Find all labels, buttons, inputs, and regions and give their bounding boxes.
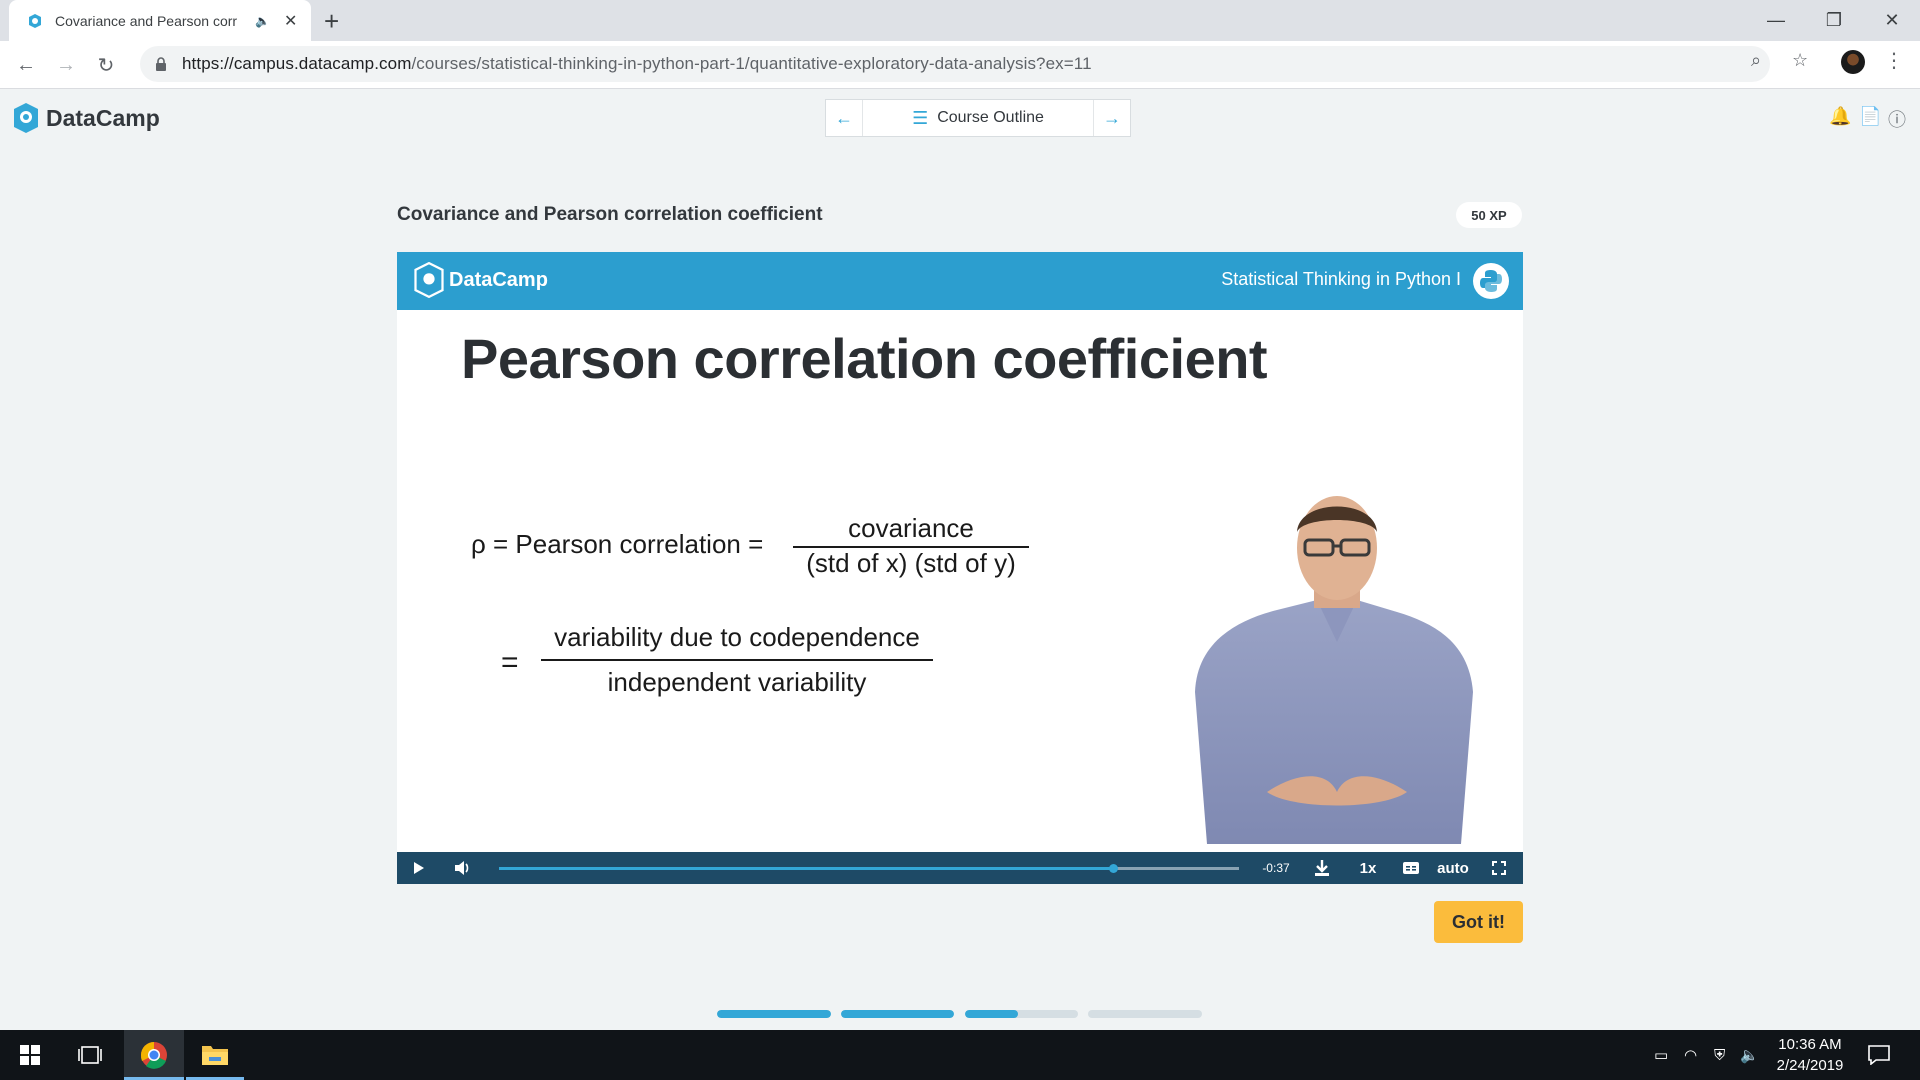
close-window-icon[interactable]: ✕ [1864, 0, 1920, 41]
taskbar-clock[interactable]: 10:36 AM 2/24/2019 [1760, 1034, 1860, 1076]
datacamp-header: DataCamp ← ☰ Course Outline → 🔔 📄 ⓘ [0, 90, 1920, 146]
action-center-icon[interactable] [1868, 1030, 1890, 1080]
presenter-video [1195, 496, 1473, 844]
browser-tabstrip: Covariance and Pearson corr 🔈 ✕ + — ❐ ✕ [0, 0, 1920, 41]
slide-course-name: Statistical Thinking in Python I [1221, 269, 1461, 289]
address-bar[interactable]: https://campus.datacamp.com/courses/stat… [140, 46, 1770, 82]
slide-brand-text: DataCamp [449, 268, 548, 291]
next-exercise-button[interactable]: → [1094, 100, 1130, 136]
zoom-icon[interactable]: ⌕ [1751, 50, 1761, 71]
new-tab-icon[interactable]: + [324, 6, 339, 37]
play-icon [414, 862, 424, 874]
windows-taskbar: ▭ ◠ ⛨ 🔈 10:36 AM 2/24/2019 [0, 1030, 1920, 1080]
volume-icon [455, 861, 469, 875]
browser-menu-icon[interactable]: ⋮ [1884, 48, 1904, 73]
browser-toolbar: ← → ↻ https://campus.datacamp.com/course… [0, 41, 1920, 89]
seek-handle[interactable] [1109, 864, 1119, 873]
clock-time: 10:36 AM [1778, 1036, 1842, 1053]
start-button[interactable] [0, 1030, 60, 1080]
fraction2-numerator: variability due to codependence [554, 622, 920, 652]
speaker-icon[interactable]: 🔈 [1740, 1030, 1759, 1080]
menu-icon: ☰ [912, 107, 929, 128]
progress-segment-fill [965, 1010, 1019, 1018]
fraction2-bar [541, 659, 933, 661]
progress-segment[interactable] [717, 1010, 831, 1018]
slide-title: Pearson correlation coefficient [461, 327, 1268, 390]
profile-avatar[interactable] [1841, 50, 1865, 74]
formula-rho-line: ρ = Pearson correlation = [471, 529, 764, 559]
arrow-left-icon: ← [835, 107, 853, 128]
restore-icon[interactable]: ❐ [1806, 0, 1862, 41]
network-icon[interactable]: ◠ [1684, 1030, 1697, 1080]
fullscreen-button[interactable] [1485, 852, 1513, 884]
download-button[interactable] [1307, 852, 1337, 884]
seek-bar[interactable] [499, 864, 1239, 873]
seek-progress [499, 867, 1114, 870]
course-outline-button[interactable]: ☰ Course Outline [862, 100, 1094, 136]
video-player[interactable]: DataCamp Statistical Thinking in Python … [397, 252, 1523, 884]
chrome-icon [140, 1042, 167, 1069]
progress-segment-fill [841, 1010, 954, 1018]
xp-badge: 50 XP [1456, 202, 1522, 228]
datacamp-favicon-icon [29, 13, 41, 28]
course-outline-nav: ← ☰ Course Outline → [825, 99, 1131, 137]
clock-date: 2/24/2019 [1776, 1057, 1844, 1074]
formula-equals: = [501, 646, 519, 679]
taskbar-file-explorer[interactable] [186, 1030, 244, 1080]
browser-tab[interactable]: Covariance and Pearson corr 🔈 ✕ [9, 0, 311, 41]
slide-datacamp-logo: DataCamp [413, 262, 548, 298]
slide-header-bar: DataCamp Statistical Thinking in Python … [397, 252, 1523, 310]
datacamp-logo-icon [14, 103, 38, 133]
arrow-right-icon: → [1103, 107, 1121, 128]
progress-segment[interactable] [965, 1010, 1078, 1018]
back-arrow-icon[interactable]: ← [10, 49, 42, 81]
progress-segment[interactable] [841, 1010, 954, 1018]
fraction1-numerator: covariance [848, 513, 974, 543]
progress-segment-fill [717, 1010, 831, 1018]
task-view-button[interactable] [62, 1030, 118, 1080]
folder-icon [202, 1046, 228, 1065]
fraction2-denominator: independent variability [607, 667, 867, 697]
quality-button[interactable]: auto [1433, 852, 1473, 884]
got-it-button[interactable]: Got it! [1434, 901, 1523, 943]
download-icon [1315, 860, 1329, 876]
playback-speed-button[interactable]: 1x [1351, 852, 1385, 884]
task-view-icon [78, 1046, 102, 1064]
play-button[interactable] [405, 852, 433, 884]
tab-audio-icon[interactable]: 🔈 [255, 14, 270, 28]
bookmark-star-icon[interactable]: ☆ [1792, 50, 1808, 71]
datacamp-logo-text: DataCamp [46, 104, 160, 131]
progress-segment[interactable] [1088, 1010, 1202, 1018]
datacamp-logo[interactable]: DataCamp [12, 102, 160, 134]
course-outline-label: Course Outline [937, 109, 1044, 126]
forward-arrow-icon[interactable]: → [50, 49, 82, 81]
tab-close-icon[interactable]: ✕ [284, 11, 297, 31]
captions-button[interactable] [1397, 852, 1425, 884]
video-controls: -0:37 1x auto [397, 852, 1523, 884]
lock-icon [156, 57, 166, 71]
url-text: https://campus.datacamp.com/courses/stat… [182, 54, 1092, 73]
datacamp-logo-icon [414, 262, 444, 298]
report-issue-icon[interactable]: ⓘ [1888, 106, 1906, 132]
exercise-title: Covariance and Pearson correlation coeff… [397, 204, 823, 225]
security-shield-icon[interactable]: ⛨ [1714, 1030, 1725, 1080]
python-logo-icon [1473, 263, 1509, 299]
previous-exercise-button[interactable]: ← [826, 100, 862, 136]
reload-icon[interactable]: ↻ [90, 49, 122, 81]
tab-title: Covariance and Pearson corr [55, 12, 238, 29]
captions-icon [1403, 862, 1419, 874]
taskbar-chrome[interactable] [124, 1030, 184, 1080]
volume-button[interactable] [449, 852, 477, 884]
notification-bell-icon[interactable]: 🔔 [1829, 106, 1851, 127]
fraction1-denominator: (std of x) (std of y) [806, 548, 1016, 578]
time-remaining: -0:37 [1262, 861, 1290, 875]
fullscreen-icon [1492, 861, 1506, 875]
minimize-icon[interactable]: — [1748, 0, 1804, 41]
pdf-slides-icon[interactable]: 📄 [1859, 106, 1881, 127]
battery-icon[interactable]: ▭ [1654, 1030, 1668, 1080]
windows-logo-icon [20, 1045, 40, 1065]
